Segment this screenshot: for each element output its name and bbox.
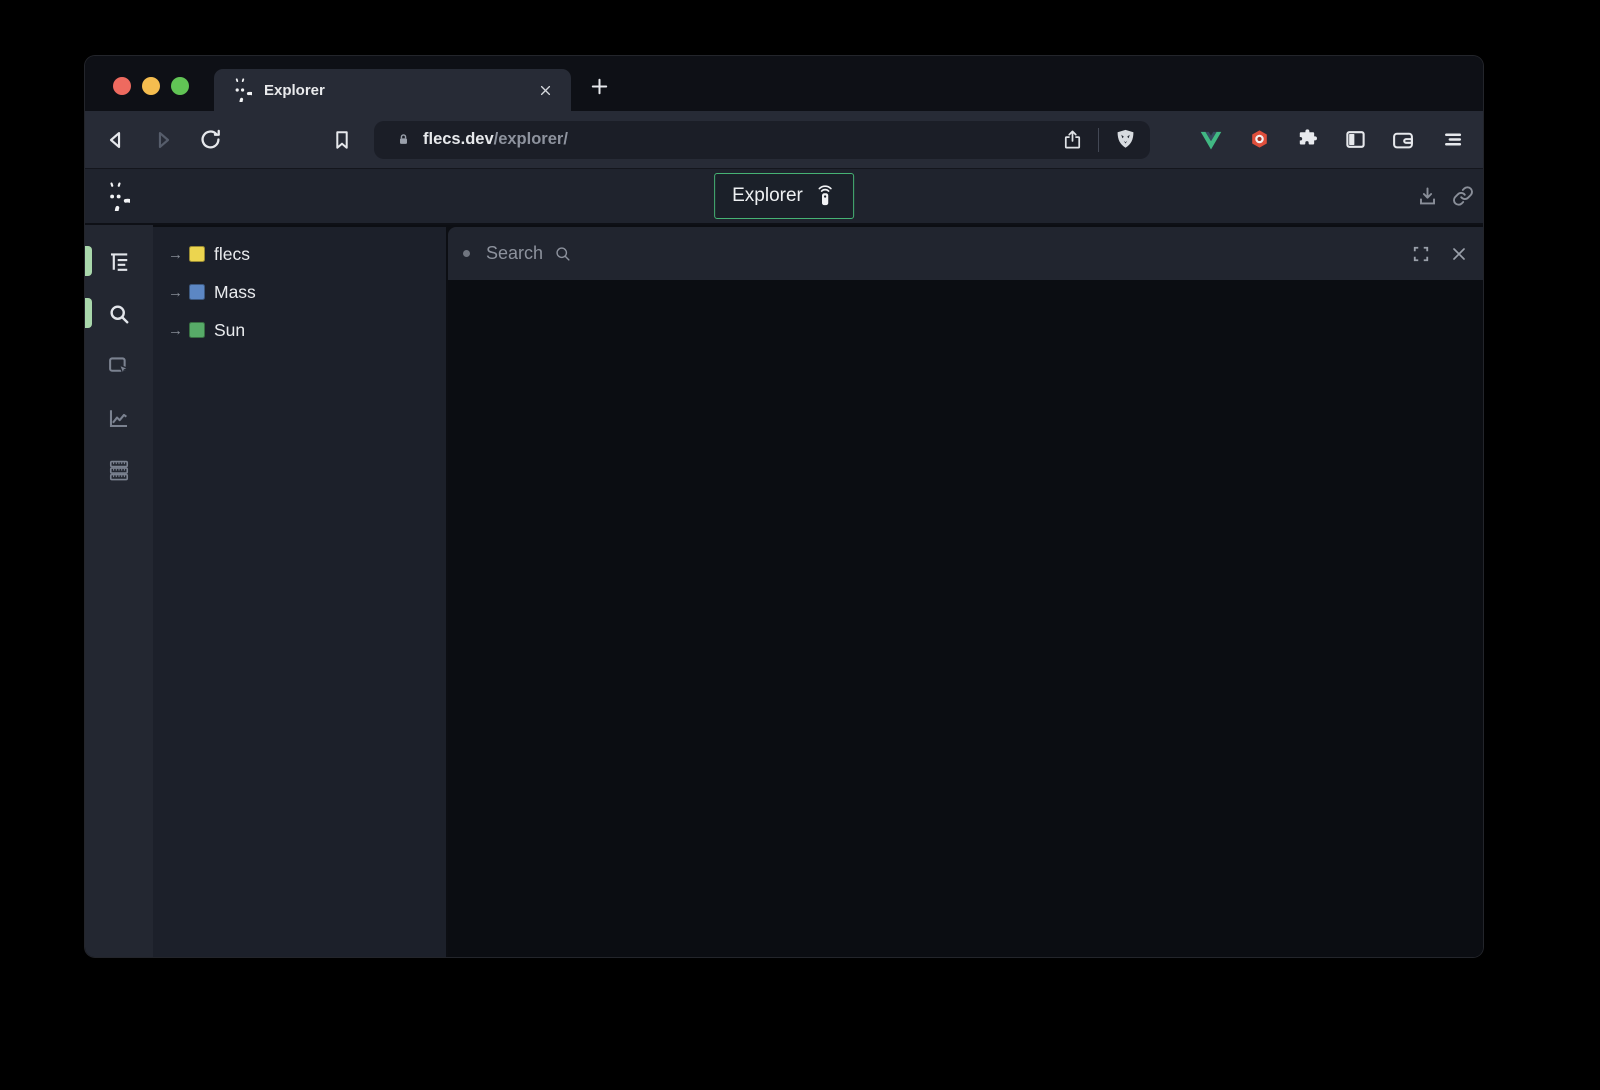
expander-icon[interactable]: →	[168, 322, 189, 339]
expander-icon[interactable]: →	[168, 246, 189, 263]
sidebar-search-button[interactable]	[106, 301, 132, 327]
url-path: /explorer/	[494, 130, 568, 149]
magnifier-icon	[553, 244, 573, 264]
search-results-area[interactable]	[448, 280, 1483, 957]
close-window-button[interactable]	[113, 77, 131, 95]
tree-panel: → flecs → Mass → Sun	[153, 227, 446, 957]
back-icon	[103, 127, 129, 153]
brave-shield-icon	[1113, 127, 1138, 152]
entity-color-swatch	[189, 322, 205, 338]
app-title-button[interactable]: Explorer	[714, 173, 854, 219]
sidebar-toggle-icon	[1343, 127, 1368, 152]
minimize-window-button[interactable]	[142, 77, 160, 95]
tree-item-flecs[interactable]: → flecs	[153, 235, 446, 273]
vue-devtools-icon	[1198, 127, 1224, 153]
search-panel-header[interactable]: Search	[448, 227, 1483, 280]
browser-toolbar: flecs.dev/explorer/	[85, 111, 1483, 168]
lock-icon	[394, 130, 413, 149]
download-button[interactable]	[1415, 184, 1439, 208]
zoom-window-button[interactable]	[171, 77, 189, 95]
sidebar-stats-button[interactable]	[106, 457, 132, 483]
sidebar-tree-button[interactable]	[106, 249, 132, 275]
wallet-icon	[1390, 127, 1416, 153]
download-icon	[1416, 185, 1439, 208]
remote-icon	[814, 185, 836, 207]
expander-icon[interactable]: →	[168, 284, 189, 301]
extensions-button[interactable]	[1294, 127, 1320, 153]
bookmark-button[interactable]	[328, 126, 356, 154]
app-sidebar	[85, 225, 153, 957]
divider	[1098, 128, 1099, 152]
tree-item-label: Sun	[214, 320, 245, 341]
new-tab-button[interactable]	[583, 70, 615, 102]
tree-item-sun[interactable]: → Sun	[153, 311, 446, 349]
tree-item-mass[interactable]: → Mass	[153, 273, 446, 311]
bookmark-icon	[330, 128, 354, 152]
search-icon	[106, 301, 132, 327]
traffic-lights	[113, 77, 189, 95]
sidebar-inspector-button[interactable]	[106, 353, 132, 379]
browser-tab-bar: Explorer	[85, 56, 1483, 111]
search-panel-title: Search	[486, 243, 543, 264]
brave-shield-button[interactable]	[1113, 127, 1138, 152]
back-button[interactable]	[102, 126, 130, 154]
sidebar-chart-button[interactable]	[106, 405, 132, 431]
menu-icon	[1439, 127, 1464, 152]
chart-icon	[106, 405, 132, 431]
tab-explorer[interactable]: Explorer	[214, 69, 571, 111]
search-panel: Search	[448, 227, 1483, 957]
forward-button[interactable]	[149, 126, 177, 154]
app-title: Explorer	[732, 185, 803, 207]
forward-icon	[150, 127, 176, 153]
close-icon	[1449, 244, 1469, 264]
app-header: Explorer	[85, 168, 1483, 223]
tree-icon	[106, 249, 132, 275]
inspector-icon	[106, 353, 132, 379]
browser-window: Explorer	[84, 55, 1484, 958]
share-icon	[1061, 128, 1084, 151]
stats-icon	[106, 457, 132, 483]
entity-color-swatch	[189, 284, 205, 300]
tab-close-icon[interactable]	[533, 78, 557, 102]
sidebar-toggle-button[interactable]	[1342, 127, 1368, 153]
fullscreen-button[interactable]	[1409, 242, 1433, 266]
tree-active-indicator	[85, 246, 92, 276]
tree-item-label: Mass	[214, 282, 256, 303]
hexagon-extension-button[interactable]	[1246, 127, 1272, 153]
wallet-button[interactable]	[1390, 127, 1416, 153]
reload-icon	[198, 127, 223, 152]
new-tab-icon	[588, 75, 611, 98]
link-icon	[1451, 184, 1475, 208]
share-button[interactable]	[1061, 128, 1084, 151]
flecs-favicon-icon	[228, 78, 252, 102]
share-link-button[interactable]	[1451, 184, 1475, 208]
status-dot	[463, 250, 470, 257]
search-active-indicator	[85, 298, 92, 328]
flecs-logo-icon	[101, 182, 130, 211]
address-bar[interactable]: flecs.dev/explorer/	[374, 121, 1150, 159]
entity-color-swatch	[189, 246, 205, 262]
close-panel-button[interactable]	[1447, 242, 1471, 266]
reload-button[interactable]	[196, 126, 224, 154]
hexagon-extension-icon	[1247, 127, 1272, 152]
browser-menu-button[interactable]	[1438, 127, 1464, 153]
extensions-puzzle-icon	[1295, 127, 1320, 152]
vue-devtools-extension-button[interactable]	[1198, 127, 1224, 153]
url-host: flecs.dev	[423, 130, 494, 149]
fullscreen-icon	[1410, 243, 1432, 265]
tab-title: Explorer	[264, 82, 325, 99]
tree-item-label: flecs	[214, 244, 250, 265]
app-body: → flecs → Mass → Sun Search	[85, 225, 1483, 957]
